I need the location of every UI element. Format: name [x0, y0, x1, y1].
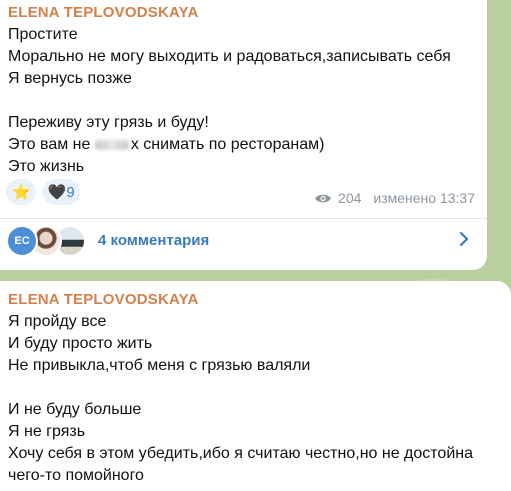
message-line: Переживу эту грязь и буду! — [8, 114, 209, 131]
spoiler-blur[interactable] — [94, 139, 129, 150]
message-bubble-2: ELENA TEPLOVODSKAYA Я пройду все И буду … — [0, 281, 511, 491]
message-line: Это жизнь — [8, 158, 85, 175]
message-meta: 204 изменено 13:37 — [314, 190, 475, 206]
eye-icon — [315, 194, 332, 202]
author-name[interactable]: ELENA TEPLOVODSKAYA — [8, 4, 199, 21]
message-line: Это вам не х снимать по ресторанам) — [8, 136, 324, 154]
heart-icon: 🖤 — [47, 184, 67, 201]
message-line: Я не грязь — [8, 423, 86, 440]
reaction-heart[interactable]: 🖤 9 — [41, 179, 80, 205]
avatar: EC — [6, 225, 38, 257]
message-line: Я пройду все — [8, 313, 107, 330]
message-line: Хочу себя в этом убедить,ибо я считаю че… — [8, 445, 473, 462]
star-icon: ⭐ — [12, 184, 31, 201]
chevron-right-icon — [459, 231, 469, 247]
reaction-star[interactable]: ⭐ — [6, 179, 36, 205]
message-line: чего-то помойного — [8, 467, 144, 484]
message-line-part: Это вам не — [8, 136, 95, 153]
message-bubble-1: ELENA TEPLOVODSKAYA Простите Морально не… — [0, 0, 487, 270]
message-line: Простите — [8, 26, 78, 43]
edited-timestamp: изменено 13:37 — [373, 190, 475, 206]
commenter-avatars: EC — [6, 225, 92, 257]
message-line: Не привыкла,чтоб меня с грязью валяли — [8, 357, 311, 374]
message-line: И буду просто жить — [8, 335, 153, 352]
message-line: Морально не могу выходить и радоваться,з… — [8, 48, 451, 65]
reaction-count: 9 — [66, 183, 75, 201]
comments-button[interactable]: EC 4 комментария — [0, 219, 487, 261]
comments-count-label: 4 комментария — [98, 231, 210, 249]
reactions-bar: ⭐ 🖤 9 — [6, 179, 80, 205]
message-line: Я вернусь позже — [8, 70, 132, 87]
view-count: 204 — [338, 190, 362, 206]
author-name[interactable]: ELENA TEPLOVODSKAYA — [8, 291, 199, 308]
message-line: И не буду больше — [8, 401, 142, 418]
message-line-part: х снимать по ресторанам) — [130, 136, 325, 153]
